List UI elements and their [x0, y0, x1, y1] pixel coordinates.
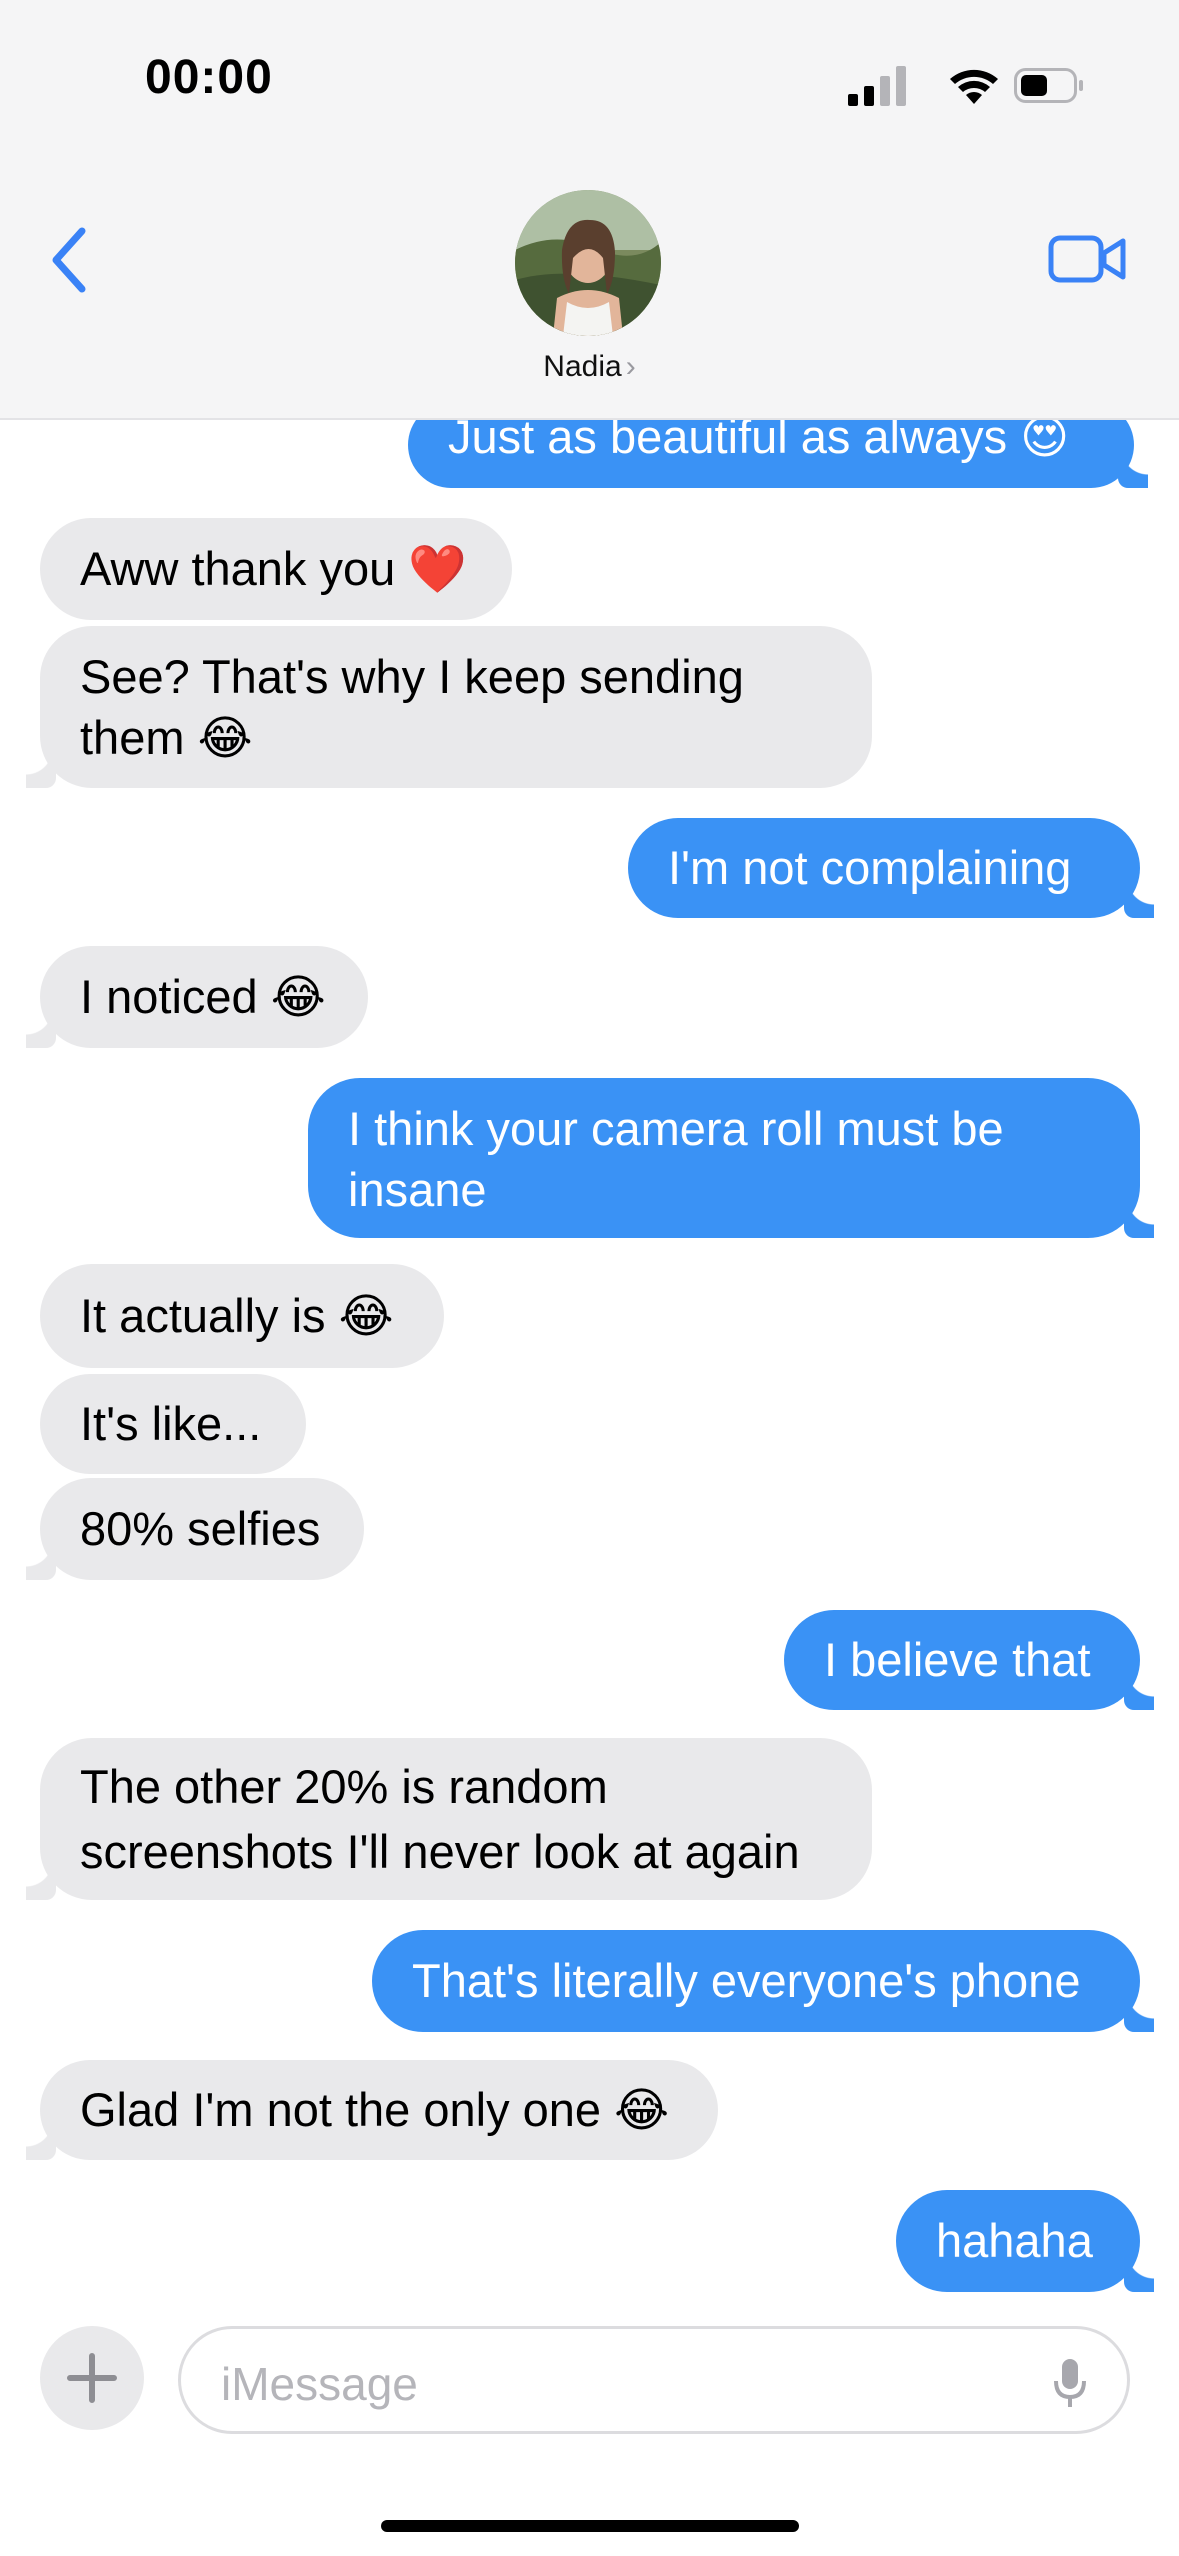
- sent-message[interactable]: I believe that: [784, 1610, 1154, 1710]
- contact-name[interactable]: Nadia ›: [0, 350, 1179, 384]
- home-indicator[interactable]: [381, 2520, 799, 2532]
- wifi-icon: [950, 69, 998, 104]
- chevron-right-icon: ›: [625, 350, 636, 383]
- cellular-signal-icon: [848, 66, 906, 106]
- plus-icon: [67, 2353, 117, 2403]
- received-message[interactable]: I noticed 😂: [26, 946, 368, 1048]
- back-chevron-icon[interactable]: [48, 225, 88, 295]
- received-message[interactable]: See? That's why I keep sending them 😂: [26, 626, 872, 788]
- received-message[interactable]: It's like...: [40, 1374, 306, 1474]
- sent-message[interactable]: hahaha: [896, 2190, 1154, 2292]
- battery-icon: [1014, 68, 1083, 103]
- add-attachment-button[interactable]: [40, 2326, 144, 2430]
- sent-message[interactable]: I'm not complaining: [628, 818, 1154, 918]
- red-heart-emoji: ❤️: [408, 542, 467, 597]
- tears-of-joy-emoji: 😂: [270, 970, 326, 1025]
- received-message[interactable]: It actually is 😂: [40, 1264, 444, 1368]
- tears-of-joy-emoji: 😂: [338, 1289, 394, 1344]
- received-message[interactable]: Glad I'm not the only one 😂: [26, 2060, 718, 2160]
- sent-message[interactable]: I think your camera roll must be insane: [308, 1078, 1154, 1238]
- contact-name-label: Nadia: [543, 350, 622, 383]
- message-input[interactable]: iMessage: [178, 2326, 1130, 2434]
- received-message[interactable]: 80% selfies: [26, 1478, 364, 1580]
- microphone-icon[interactable]: [1053, 2357, 1087, 2409]
- contact-avatar[interactable]: [515, 190, 661, 336]
- video-call-icon[interactable]: [1048, 233, 1126, 285]
- conversation-header: 00:00 Nadia ›: [0, 0, 1179, 420]
- message-input-placeholder: iMessage: [221, 2358, 418, 2410]
- status-time: 00:00: [145, 51, 273, 104]
- received-message[interactable]: The other 20% is random screenshots I'll…: [26, 1738, 872, 1900]
- status-icons: [848, 66, 1083, 106]
- sent-message[interactable]: That's literally everyone's phone: [372, 1930, 1154, 2032]
- tears-of-joy-emoji: 😂: [614, 2083, 670, 2138]
- tears-of-joy-emoji: 😂: [197, 711, 253, 766]
- received-message[interactable]: Aww thank you ❤️: [40, 518, 512, 620]
